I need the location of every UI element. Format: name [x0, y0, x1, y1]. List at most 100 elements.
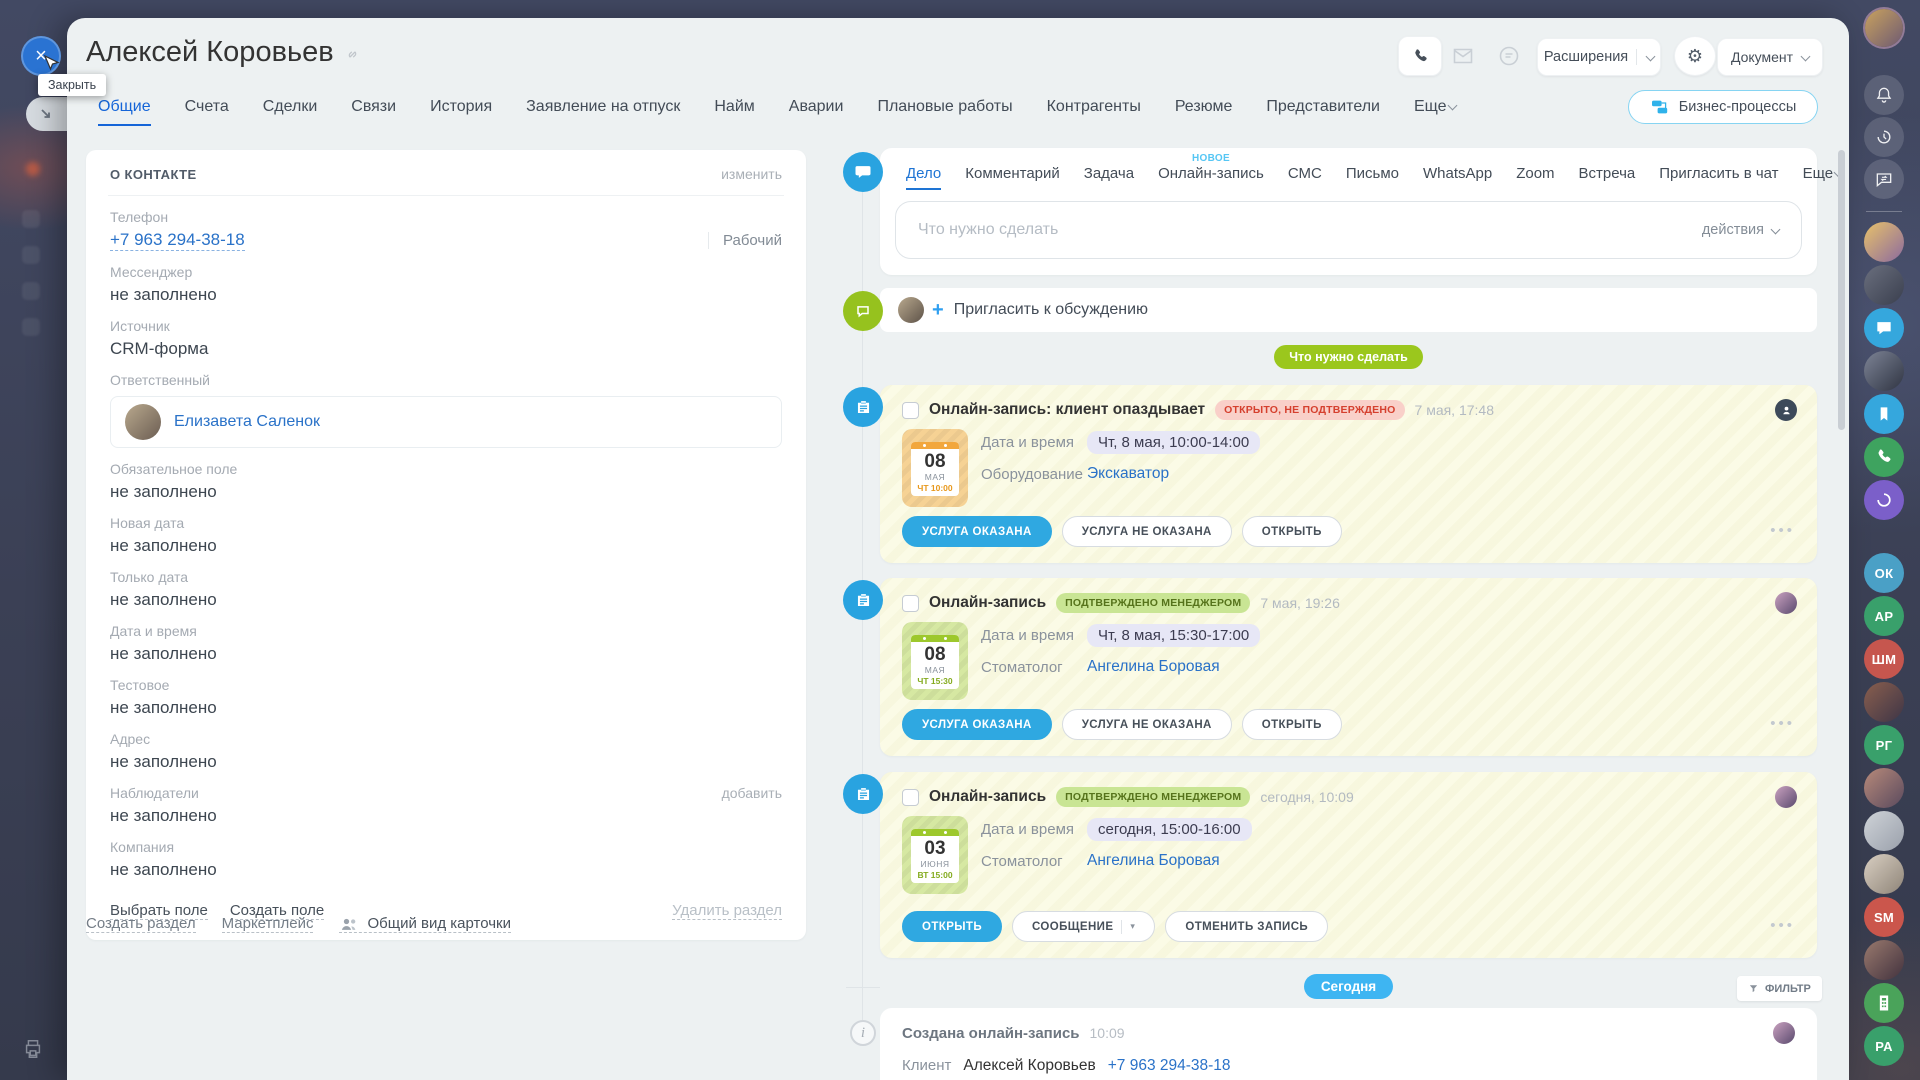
client-phone-link[interactable]: +7 963 294-38-18: [1108, 1057, 1231, 1075]
open-button[interactable]: ОТКРЫТЬ: [1242, 709, 1342, 740]
specialist-link[interactable]: Ангелина Боровая: [1087, 658, 1220, 676]
main-tab[interactable]: История: [430, 98, 492, 126]
specialist-link[interactable]: Ангелина Боровая: [1087, 852, 1220, 870]
timeline-tab[interactable]: Встреча: [1579, 165, 1636, 190]
create-section-link[interactable]: Создать раздел: [86, 915, 196, 933]
rail-avatar[interactable]: [1864, 437, 1904, 477]
background-blur-dot: [26, 162, 40, 176]
cancel-booking-button[interactable]: ОТМЕНИТЬ ЗАПИСЬ: [1165, 911, 1328, 942]
rail-avatar[interactable]: АР: [1864, 596, 1904, 636]
card-title[interactable]: Онлайн-запись: клиент опаздывает: [929, 401, 1205, 419]
service-not-done-button[interactable]: УСЛУГА НЕ ОКАЗАНА: [1062, 709, 1232, 740]
timeline-tab[interactable]: WhatsApp: [1423, 165, 1492, 190]
rail-avatar[interactable]: ШМ: [1864, 639, 1904, 679]
delete-section-link[interactable]: Удалить раздел: [672, 902, 782, 920]
main-tab[interactable]: Аварии: [789, 98, 844, 126]
scrollbar-thumb[interactable]: [1838, 150, 1845, 430]
rail-avatar[interactable]: [1864, 983, 1904, 1023]
rail-avatar[interactable]: [1864, 682, 1904, 722]
marketplace-link[interactable]: Маркетплейс: [222, 915, 314, 933]
main-tab[interactable]: Представители: [1266, 98, 1380, 126]
document-label: Документ: [1731, 49, 1793, 65]
main-tab[interactable]: Плановые работы: [877, 98, 1012, 126]
timeline-tab[interactable]: Пригласить в чат: [1659, 165, 1778, 190]
log-label: Клиент: [902, 1057, 951, 1074]
timeline-tab[interactable]: Письмо: [1346, 165, 1399, 190]
today-separator-pill[interactable]: Сегодня: [1304, 974, 1393, 999]
timeline-tab[interactable]: НОВОЕ Онлайн-запись: [1158, 165, 1264, 190]
field-value: не заполнено: [110, 698, 217, 718]
card-checkbox[interactable]: [902, 789, 919, 806]
rail-avatar[interactable]: [1864, 222, 1904, 262]
field-value[interactable]: не заполнено: [110, 285, 217, 305]
card-checkbox[interactable]: [902, 402, 919, 419]
rail-avatar[interactable]: SM: [1864, 897, 1904, 937]
current-user-avatar[interactable]: [1865, 9, 1903, 47]
contact-field: Телефон +7 963 294-38-18 Рабочий: [110, 209, 782, 251]
copy-link-icon[interactable]: [344, 46, 361, 63]
main-tab[interactable]: Найм: [714, 98, 754, 126]
more-menu-button[interactable]: •••: [1770, 522, 1795, 539]
field-value[interactable]: CRM-форма: [110, 339, 208, 359]
more-menu-button[interactable]: •••: [1770, 917, 1795, 934]
message-split-button[interactable]: СООБЩЕНИЕ ▾: [1012, 911, 1155, 942]
rail-avatar[interactable]: [1864, 768, 1904, 808]
main-tab[interactable]: Контрагенты: [1047, 98, 1141, 126]
responsible-card[interactable]: Елизавета Саленок: [110, 396, 782, 448]
rail-avatar[interactable]: [1864, 394, 1904, 434]
main-tab[interactable]: Еще: [1414, 98, 1456, 126]
rail-avatar[interactable]: РА: [1864, 1026, 1904, 1066]
main-tab[interactable]: Общие: [98, 98, 151, 126]
field-value[interactable]: +7 963 294-38-18: [110, 230, 245, 251]
timeline-tab[interactable]: Задача: [1084, 165, 1134, 190]
rail-avatar[interactable]: [1864, 480, 1904, 520]
resource-link[interactable]: Экскаватор: [1087, 465, 1169, 483]
chat-icon[interactable]: [1497, 44, 1521, 68]
service-done-button[interactable]: УСЛУГА ОКАЗАНА: [902, 516, 1052, 547]
main-tab[interactable]: Сделки: [263, 98, 318, 126]
business-processes-button[interactable]: Бизнес-процессы: [1628, 90, 1818, 124]
main-tab[interactable]: Связи: [351, 98, 396, 126]
open-button[interactable]: ОТКРЫТЬ: [902, 911, 1002, 942]
call-button[interactable]: [1398, 36, 1442, 76]
timeline-tab[interactable]: Еще: [1803, 165, 1843, 190]
open-button[interactable]: ОТКРЫТЬ: [1242, 516, 1342, 547]
document-button[interactable]: Документ: [1717, 38, 1823, 76]
rail-avatar[interactable]: [1864, 854, 1904, 894]
card-view-link[interactable]: Общий вид карточки: [339, 915, 511, 933]
rail-avatar[interactable]: ОК: [1864, 553, 1904, 593]
main-tab[interactable]: Заявление на отпуск: [526, 98, 680, 126]
rail-avatar[interactable]: [1864, 308, 1904, 348]
timeline-tab[interactable]: Zoom: [1516, 165, 1554, 190]
rail-avatar[interactable]: [1864, 940, 1904, 980]
rail-avatar[interactable]: [1864, 351, 1904, 391]
field-action-link[interactable]: добавить: [722, 785, 782, 801]
card-checkbox[interactable]: [902, 595, 919, 612]
main-tab[interactable]: Счета: [185, 98, 229, 126]
card-title[interactable]: Онлайн-запись: [929, 788, 1046, 806]
service-not-done-button[interactable]: УСЛУГА НЕ ОКАЗАНА: [1062, 516, 1232, 547]
timeline-tab[interactable]: Дело: [906, 165, 941, 190]
invite-discussion-bar[interactable]: + Пригласить к обсуждению: [880, 288, 1817, 332]
contact-field: Компания не заполнено: [110, 839, 782, 880]
card-title[interactable]: Онлайн-запись: [929, 594, 1046, 612]
edit-link[interactable]: изменить: [721, 166, 782, 182]
rail-avatar[interactable]: [1864, 265, 1904, 305]
todo-input[interactable]: [918, 221, 1692, 239]
responsible-name-link[interactable]: Елизавета Саленок: [174, 413, 320, 431]
actions-dropdown[interactable]: действия: [1702, 222, 1779, 238]
notifications-button[interactable]: [1864, 75, 1904, 115]
rail-avatar[interactable]: РГ: [1864, 725, 1904, 765]
open-lines-button[interactable]: [1864, 159, 1904, 199]
history-button[interactable]: [1864, 117, 1904, 157]
email-icon[interactable]: [1451, 44, 1475, 68]
rail-avatar[interactable]: [1864, 811, 1904, 851]
more-menu-button[interactable]: •••: [1770, 715, 1795, 732]
main-tab[interactable]: Резюме: [1175, 98, 1233, 126]
service-done-button[interactable]: УСЛУГА ОКАЗАНА: [902, 709, 1052, 740]
settings-button[interactable]: ⚙: [1674, 36, 1716, 76]
timeline-tab[interactable]: Комментарий: [965, 165, 1059, 190]
timeline-tab[interactable]: СМС: [1288, 165, 1322, 190]
extensions-button[interactable]: Расширения: [1537, 38, 1661, 76]
filter-button[interactable]: ФИЛЬТР: [1737, 976, 1822, 1001]
